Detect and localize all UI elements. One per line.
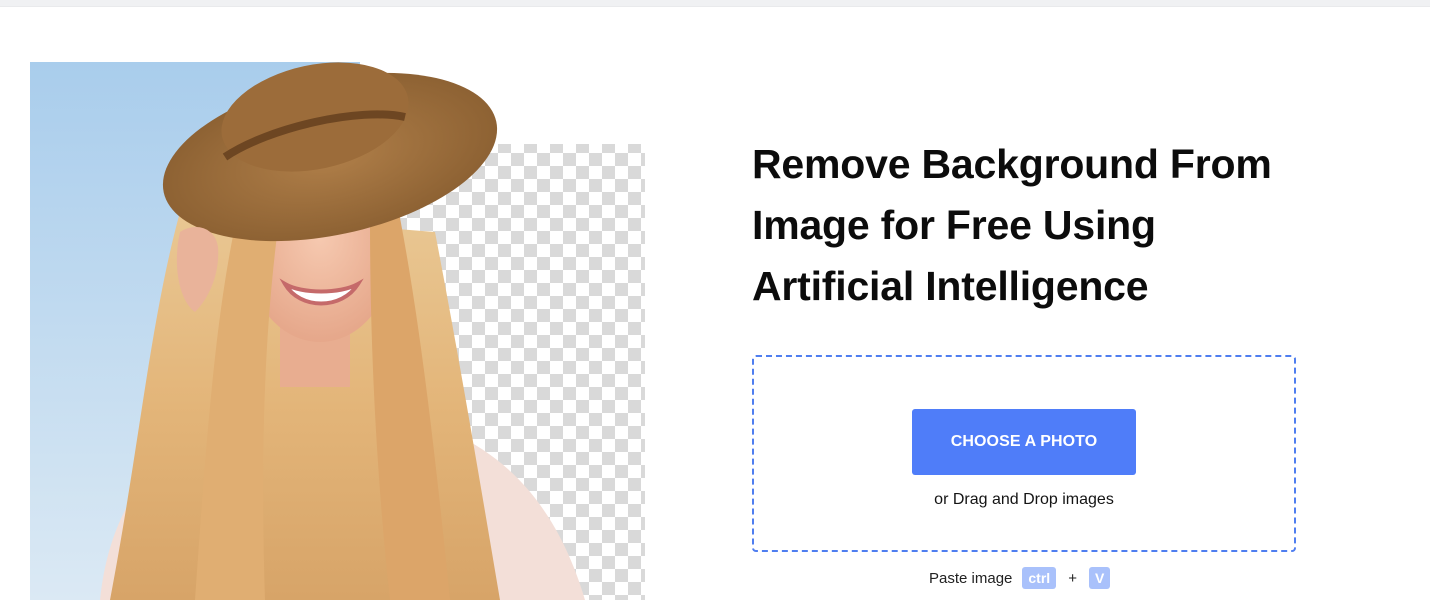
title-line-1: Remove Background From bbox=[752, 141, 1272, 187]
ctrl-key-badge: ctrl bbox=[1022, 567, 1057, 589]
hero-image bbox=[30, 62, 645, 600]
title-line-2: Image for Free Using bbox=[752, 202, 1156, 248]
v-key-badge: V bbox=[1088, 567, 1111, 589]
drag-drop-hint: or Drag and Drop images bbox=[934, 491, 1114, 508]
image-drop-zone[interactable]: CHOOSE A PHOTO or Drag and Drop images bbox=[752, 355, 1296, 552]
top-divider bbox=[0, 0, 1430, 7]
plus-sign: + bbox=[1068, 569, 1077, 587]
title-line-3: Artificial Intelligence bbox=[752, 263, 1149, 309]
paste-shortcut-hint: Paste image ctrl + V bbox=[929, 566, 1111, 590]
page-title: Remove Background From Image for Free Us… bbox=[752, 134, 1312, 317]
paste-label: Paste image bbox=[929, 569, 1013, 587]
choose-photo-button[interactable]: CHOOSE A PHOTO bbox=[912, 409, 1136, 475]
